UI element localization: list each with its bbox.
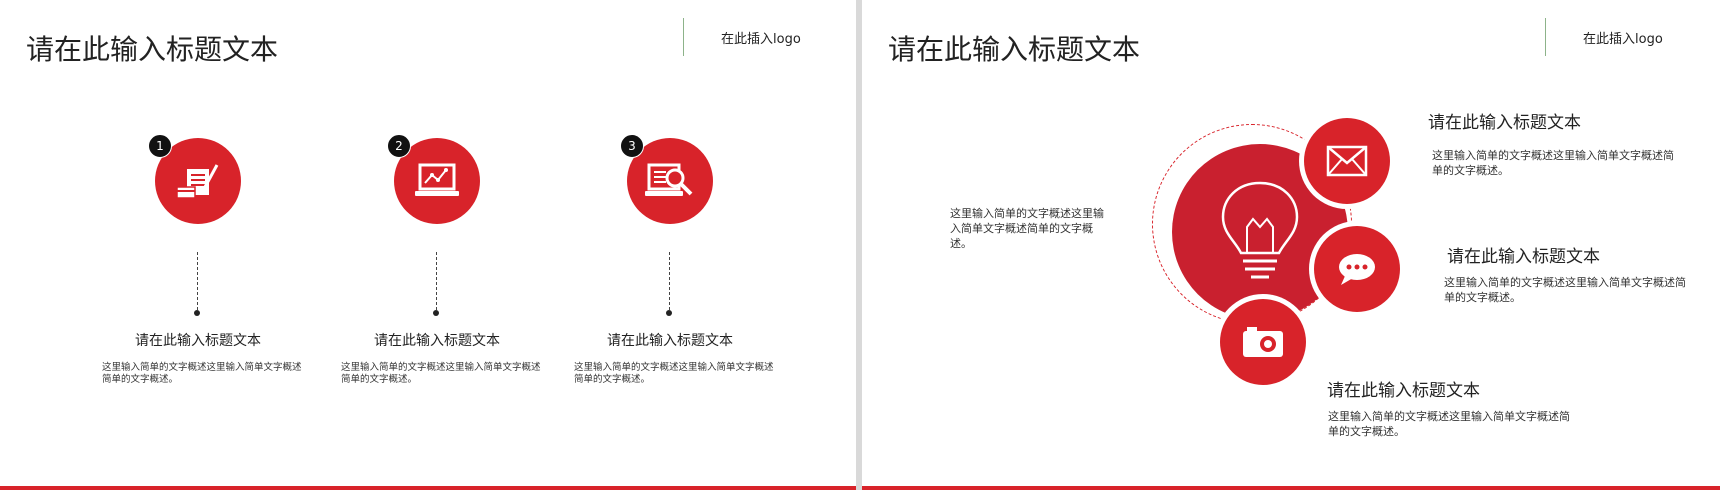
item-1-desc: 这里输入简单的文字概述这里输入简单文字概述简单的文字概述。 bbox=[1432, 149, 1674, 177]
connector-line bbox=[436, 252, 437, 310]
step-2: 2 请在此输入标题文本 这里输入简单的文字概述这里输入简单文字概述简单的文字概述… bbox=[317, 0, 557, 420]
slide-1: 请在此输入标题文本 在此插入logo 1 请在此输入标题文本 这里输入简单的文字… bbox=[0, 0, 856, 490]
step-3-number: 3 bbox=[620, 134, 644, 158]
step-3-desc: 这里输入简单的文字概述这里输入简单文字概述简单的文字概述。 bbox=[574, 362, 774, 385]
lightbulb-icon bbox=[1221, 181, 1299, 279]
left-description: 这里输入简单的文字概述这里输入简单文字概述简单的文字概述。 bbox=[950, 207, 1104, 250]
page-title: 请在此输入标题文本 bbox=[888, 33, 1141, 66]
bottom-accent-line bbox=[862, 486, 1720, 490]
item-2-title: 请在此输入标题文本 bbox=[1447, 247, 1600, 267]
chat-circle bbox=[1314, 226, 1400, 312]
step-1-desc: 这里输入简单的文字概述这里输入简单文字概述简单的文字概述。 bbox=[102, 362, 302, 385]
logo-placeholder: 在此插入logo bbox=[1583, 32, 1663, 47]
connector-dot bbox=[194, 310, 200, 316]
connector-dot bbox=[666, 310, 672, 316]
camera-circle bbox=[1220, 299, 1306, 385]
step-1-number: 1 bbox=[148, 134, 172, 158]
chat-bubble-icon bbox=[1339, 254, 1375, 285]
slide-2: 请在此输入标题文本 在此插入logo 这里输入简单的文字概述这里输入简单文字概述… bbox=[862, 0, 1720, 490]
envelope-circle bbox=[1304, 118, 1390, 204]
step-1: 1 请在此输入标题文本 这里输入简单的文字概述这里输入简单文字概述简单的文字概述… bbox=[78, 0, 318, 420]
step-2-desc: 这里输入简单的文字概述这里输入简单文字概述简单的文字概述。 bbox=[341, 362, 541, 385]
document-pen-icon bbox=[176, 164, 219, 199]
step-3: 3 请在此输入标题文本 这里输入简单的文字概述这里输入简单文字概述简单的文字概述… bbox=[550, 0, 790, 420]
connector-line bbox=[669, 252, 670, 310]
step-2-number: 2 bbox=[387, 134, 411, 158]
item-3-title: 请在此输入标题文本 bbox=[1327, 381, 1480, 401]
logo-divider bbox=[1545, 18, 1546, 56]
item-2-desc: 这里输入简单的文字概述这里输入简单文字概述简单的文字概述。 bbox=[1444, 276, 1686, 304]
connector-line bbox=[197, 252, 198, 310]
step-3-title: 请在此输入标题文本 bbox=[607, 333, 733, 349]
step-1-title: 请在此输入标题文本 bbox=[135, 333, 261, 349]
laptop-search-icon bbox=[645, 163, 693, 196]
connector-dot bbox=[433, 310, 439, 316]
camera-icon bbox=[1243, 327, 1283, 357]
step-2-title: 请在此输入标题文本 bbox=[374, 333, 500, 349]
laptop-chart-icon bbox=[415, 163, 459, 196]
item-1-title: 请在此输入标题文本 bbox=[1428, 113, 1581, 133]
item-3-desc: 这里输入简单的文字概述这里输入简单文字概述简单的文字概述。 bbox=[1328, 410, 1570, 438]
envelope-icon bbox=[1326, 145, 1368, 177]
bottom-accent-line bbox=[0, 486, 856, 490]
